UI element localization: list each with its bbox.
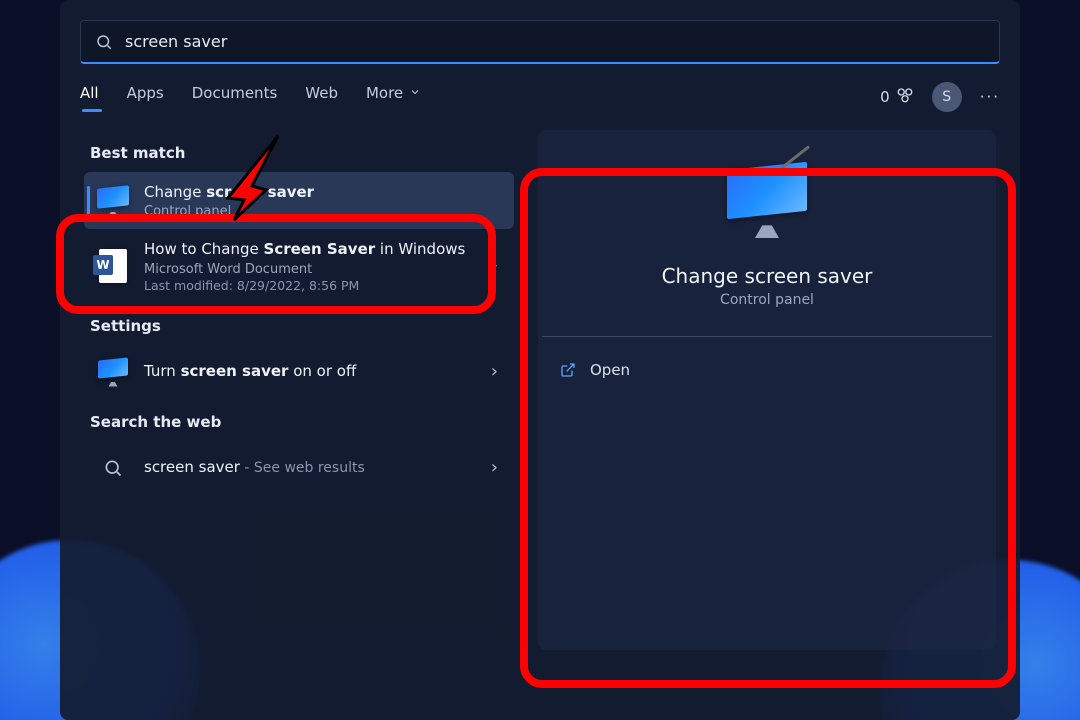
detail-subtitle: Control panel bbox=[720, 292, 814, 308]
search-input[interactable] bbox=[125, 32, 985, 51]
section-search-web: Search the web bbox=[90, 413, 514, 431]
section-settings: Settings bbox=[90, 317, 514, 335]
result-turn-screen-saver[interactable]: Turn screen saver on or off › bbox=[84, 345, 514, 399]
result-modified: Last modified: 8/29/2022, 8:56 PM bbox=[144, 278, 473, 293]
user-avatar[interactable]: S bbox=[932, 82, 962, 112]
monitor-icon bbox=[96, 355, 130, 389]
result-title: Change screen saver bbox=[144, 182, 502, 202]
result-title: Turn screen saver on or off bbox=[144, 361, 473, 381]
filter-tabs-row: All Apps Documents Web More 0 S ··· bbox=[60, 76, 1020, 126]
rewards-count: 0 bbox=[880, 88, 890, 106]
open-external-icon bbox=[560, 362, 576, 378]
search-icon bbox=[96, 451, 130, 485]
tab-more-label: More bbox=[366, 84, 403, 102]
result-subtitle: Control panel bbox=[144, 204, 502, 219]
chevron-right-icon: › bbox=[487, 457, 502, 478]
search-bar[interactable] bbox=[80, 20, 1000, 64]
result-web-search[interactable]: screen saver - See web results › bbox=[84, 441, 514, 495]
detail-column: Change screen saver Control panel Open bbox=[538, 130, 996, 700]
word-doc-icon bbox=[96, 249, 130, 283]
section-best-match: Best match bbox=[90, 144, 514, 162]
result-subtitle: Microsoft Word Document bbox=[144, 262, 473, 277]
tab-apps[interactable]: Apps bbox=[127, 84, 164, 110]
detail-pane: Change screen saver Control panel Open bbox=[538, 130, 996, 650]
start-search-panel: All Apps Documents Web More 0 S ··· bbox=[60, 0, 1020, 720]
search-content: Best match Change screen saver Control p… bbox=[60, 126, 1020, 720]
rewards-points[interactable]: 0 bbox=[880, 86, 914, 108]
detail-title: Change screen saver bbox=[662, 264, 873, 288]
tab-more[interactable]: More bbox=[366, 84, 421, 110]
chevron-right-icon: › bbox=[487, 361, 502, 382]
tab-all[interactable]: All bbox=[80, 84, 99, 110]
result-title: screen saver - See web results bbox=[144, 457, 473, 478]
monitor-icon bbox=[96, 184, 130, 218]
search-icon bbox=[95, 33, 113, 51]
open-label: Open bbox=[590, 361, 630, 379]
results-column: Best match Change screen saver Control p… bbox=[84, 130, 514, 700]
result-title: How to Change Screen Saver in Windows bbox=[144, 239, 473, 259]
chevron-down-icon bbox=[409, 84, 421, 102]
monitor-icon-large bbox=[727, 166, 807, 246]
chevron-right-icon: › bbox=[487, 255, 502, 276]
result-change-screen-saver[interactable]: Change screen saver Control panel bbox=[84, 172, 514, 229]
search-bar-container bbox=[60, 0, 1020, 76]
rewards-icon bbox=[896, 86, 914, 108]
more-options-button[interactable]: ··· bbox=[980, 88, 1000, 106]
tab-documents[interactable]: Documents bbox=[192, 84, 278, 110]
result-word-document[interactable]: How to Change Screen Saver in Windows Mi… bbox=[84, 229, 514, 302]
open-action[interactable]: Open bbox=[538, 349, 996, 391]
avatar-letter: S bbox=[942, 89, 951, 105]
tab-web[interactable]: Web bbox=[305, 84, 338, 110]
